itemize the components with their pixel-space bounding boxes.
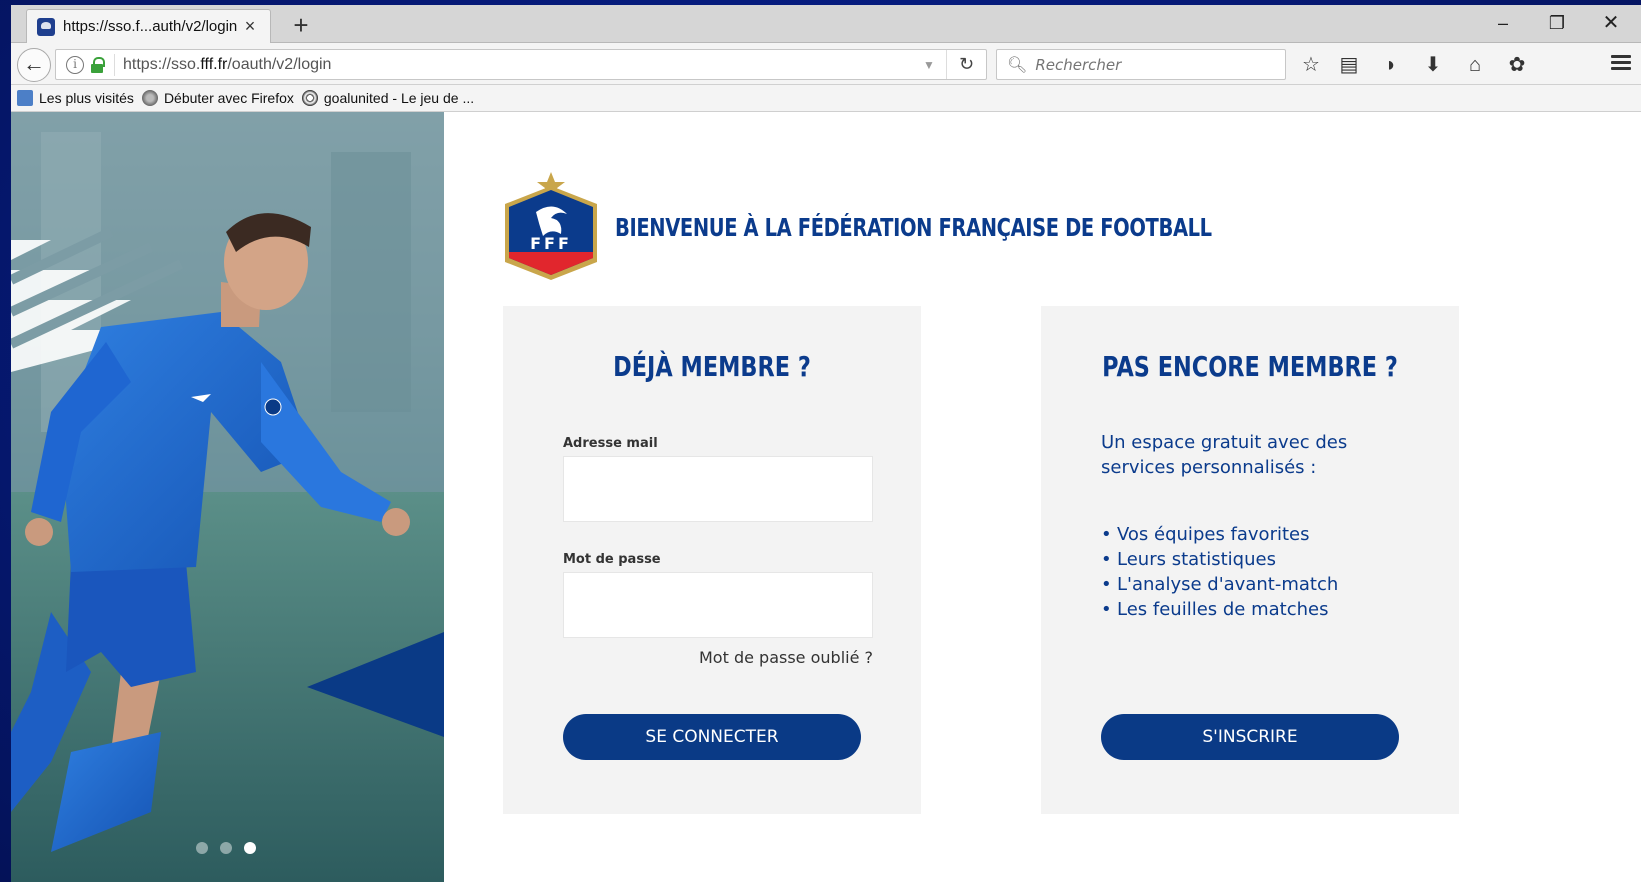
url-prefix: https://sso. [123, 55, 201, 73]
home-icon[interactable]: ⌂ [1462, 52, 1488, 78]
url-history-dropdown-icon[interactable]: ▼ [920, 58, 938, 72]
window-restore-button[interactable]: ❐ [1533, 9, 1581, 37]
forgot-password-link[interactable]: Mot de passe oublié ? [699, 648, 873, 667]
download-icon[interactable]: ⬇ [1420, 52, 1446, 78]
url-bar[interactable]: i https://sso.fff.fr/oauth/v2/login ▼ ↻ [55, 49, 987, 80]
password-label: Mot de passe [563, 552, 661, 567]
bookmarks-toolbar: Les plus visités Débuter avec Firefox go… [11, 85, 1641, 112]
crest-text: FFF [530, 234, 572, 253]
library-icon[interactable]: ▤ [1336, 52, 1362, 78]
email-label: Adresse mail [563, 436, 658, 451]
bookmark-label: goalunited - Le jeu de ... [323, 90, 475, 106]
new-tab-button[interactable]: + [287, 11, 315, 39]
lock-icon[interactable] [90, 56, 105, 73]
firefox-icon [141, 90, 158, 106]
email-field[interactable] [563, 456, 873, 522]
tab-title: https://sso.f...auth/v2/login [63, 18, 238, 35]
hero-image-panel [11, 112, 444, 882]
signup-intro: Un espace gratuit avec des services pers… [1101, 432, 1348, 478]
bookmark-label: Débuter avec Firefox [163, 90, 294, 106]
login-button[interactable]: SE CONNECTER [563, 714, 861, 760]
search-input[interactable] [1033, 54, 1274, 75]
browser-tab[interactable]: https://sso.f...auth/v2/login × [26, 9, 271, 43]
browser-window: https://sso.f...auth/v2/login × + – ❐ ✕ … [11, 5, 1641, 882]
carousel-dots [196, 842, 256, 854]
login-page: FFF BIENVENUE À LA FÉDÉRATION FRANÇAISE … [11, 112, 1641, 882]
url-text[interactable]: https://sso.fff.fr/oauth/v2/login [123, 56, 920, 74]
site-info-icon[interactable]: i [66, 55, 84, 74]
fff-crest-logo: FFF [505, 172, 597, 280]
list-item: Vos équipes favorites [1101, 522, 1338, 547]
signup-card: PAS ENCORE MEMBRE ? Un espace gratuit av… [1041, 306, 1459, 814]
url-path: /oauth/v2/login [227, 55, 332, 73]
extension-icon[interactable]: ✿ [1504, 52, 1530, 78]
page-title: BIENVENUE À LA FÉDÉRATION FRANÇAISE DE F… [615, 212, 1212, 242]
close-tab-icon[interactable]: × [240, 16, 260, 37]
list-item: Les feuilles de matches [1101, 597, 1338, 622]
signup-heading: PAS ENCORE MEMBRE ? [1102, 350, 1398, 383]
brand-header: FFF BIENVENUE À LA FÉDÉRATION FRANÇAISE … [501, 172, 1380, 282]
hamburger-menu-icon[interactable] [1611, 55, 1631, 71]
carousel-dot[interactable] [196, 842, 208, 854]
fff-favicon-icon [37, 17, 55, 36]
carousel-dot[interactable] [220, 842, 232, 854]
list-item: L'analyse d'avant-match [1101, 572, 1338, 597]
bookmark-getting-started[interactable]: Débuter avec Firefox [141, 90, 294, 106]
signup-button[interactable]: S'INSCRIRE [1101, 714, 1399, 760]
navigation-bar: ← i https://sso.fff.fr/oauth/v2/login ▼ … [11, 43, 1641, 85]
tab-bar: https://sso.f...auth/v2/login × + – ❐ ✕ [11, 5, 1641, 43]
soccer-ball-icon [301, 90, 318, 106]
login-heading: DÉJÀ MEMBRE ? [613, 350, 811, 383]
search-bar[interactable]: 🔍︎ [996, 49, 1286, 80]
pocket-icon[interactable]: ◗ [1378, 52, 1404, 78]
back-button[interactable]: ← [17, 48, 51, 82]
carousel-dot-active[interactable] [244, 842, 256, 854]
url-domain: fff.fr [200, 55, 228, 73]
bookmark-label: Les plus visités [39, 90, 134, 106]
benefits-list: Vos équipes favorites Leurs statistiques… [1101, 522, 1338, 622]
reload-icon[interactable]: ↻ [946, 50, 986, 79]
most-visited-icon [17, 90, 33, 106]
window-close-button[interactable]: ✕ [1587, 9, 1635, 37]
url-separator [114, 53, 115, 76]
football-player-illustration [11, 112, 444, 882]
search-icon: 🔍︎ [1007, 56, 1028, 74]
bookmark-most-visited[interactable]: Les plus visités [17, 90, 134, 106]
bookmark-goalunited[interactable]: goalunited - Le jeu de ... [301, 90, 475, 106]
window-minimize-button[interactable]: – [1479, 9, 1527, 37]
login-card: DÉJÀ MEMBRE ? Adresse mail Mot de passe … [503, 306, 921, 814]
list-item: Leurs statistiques [1101, 547, 1338, 572]
bookmark-star-icon[interactable]: ☆ [1298, 52, 1324, 78]
password-field[interactable] [563, 572, 873, 638]
